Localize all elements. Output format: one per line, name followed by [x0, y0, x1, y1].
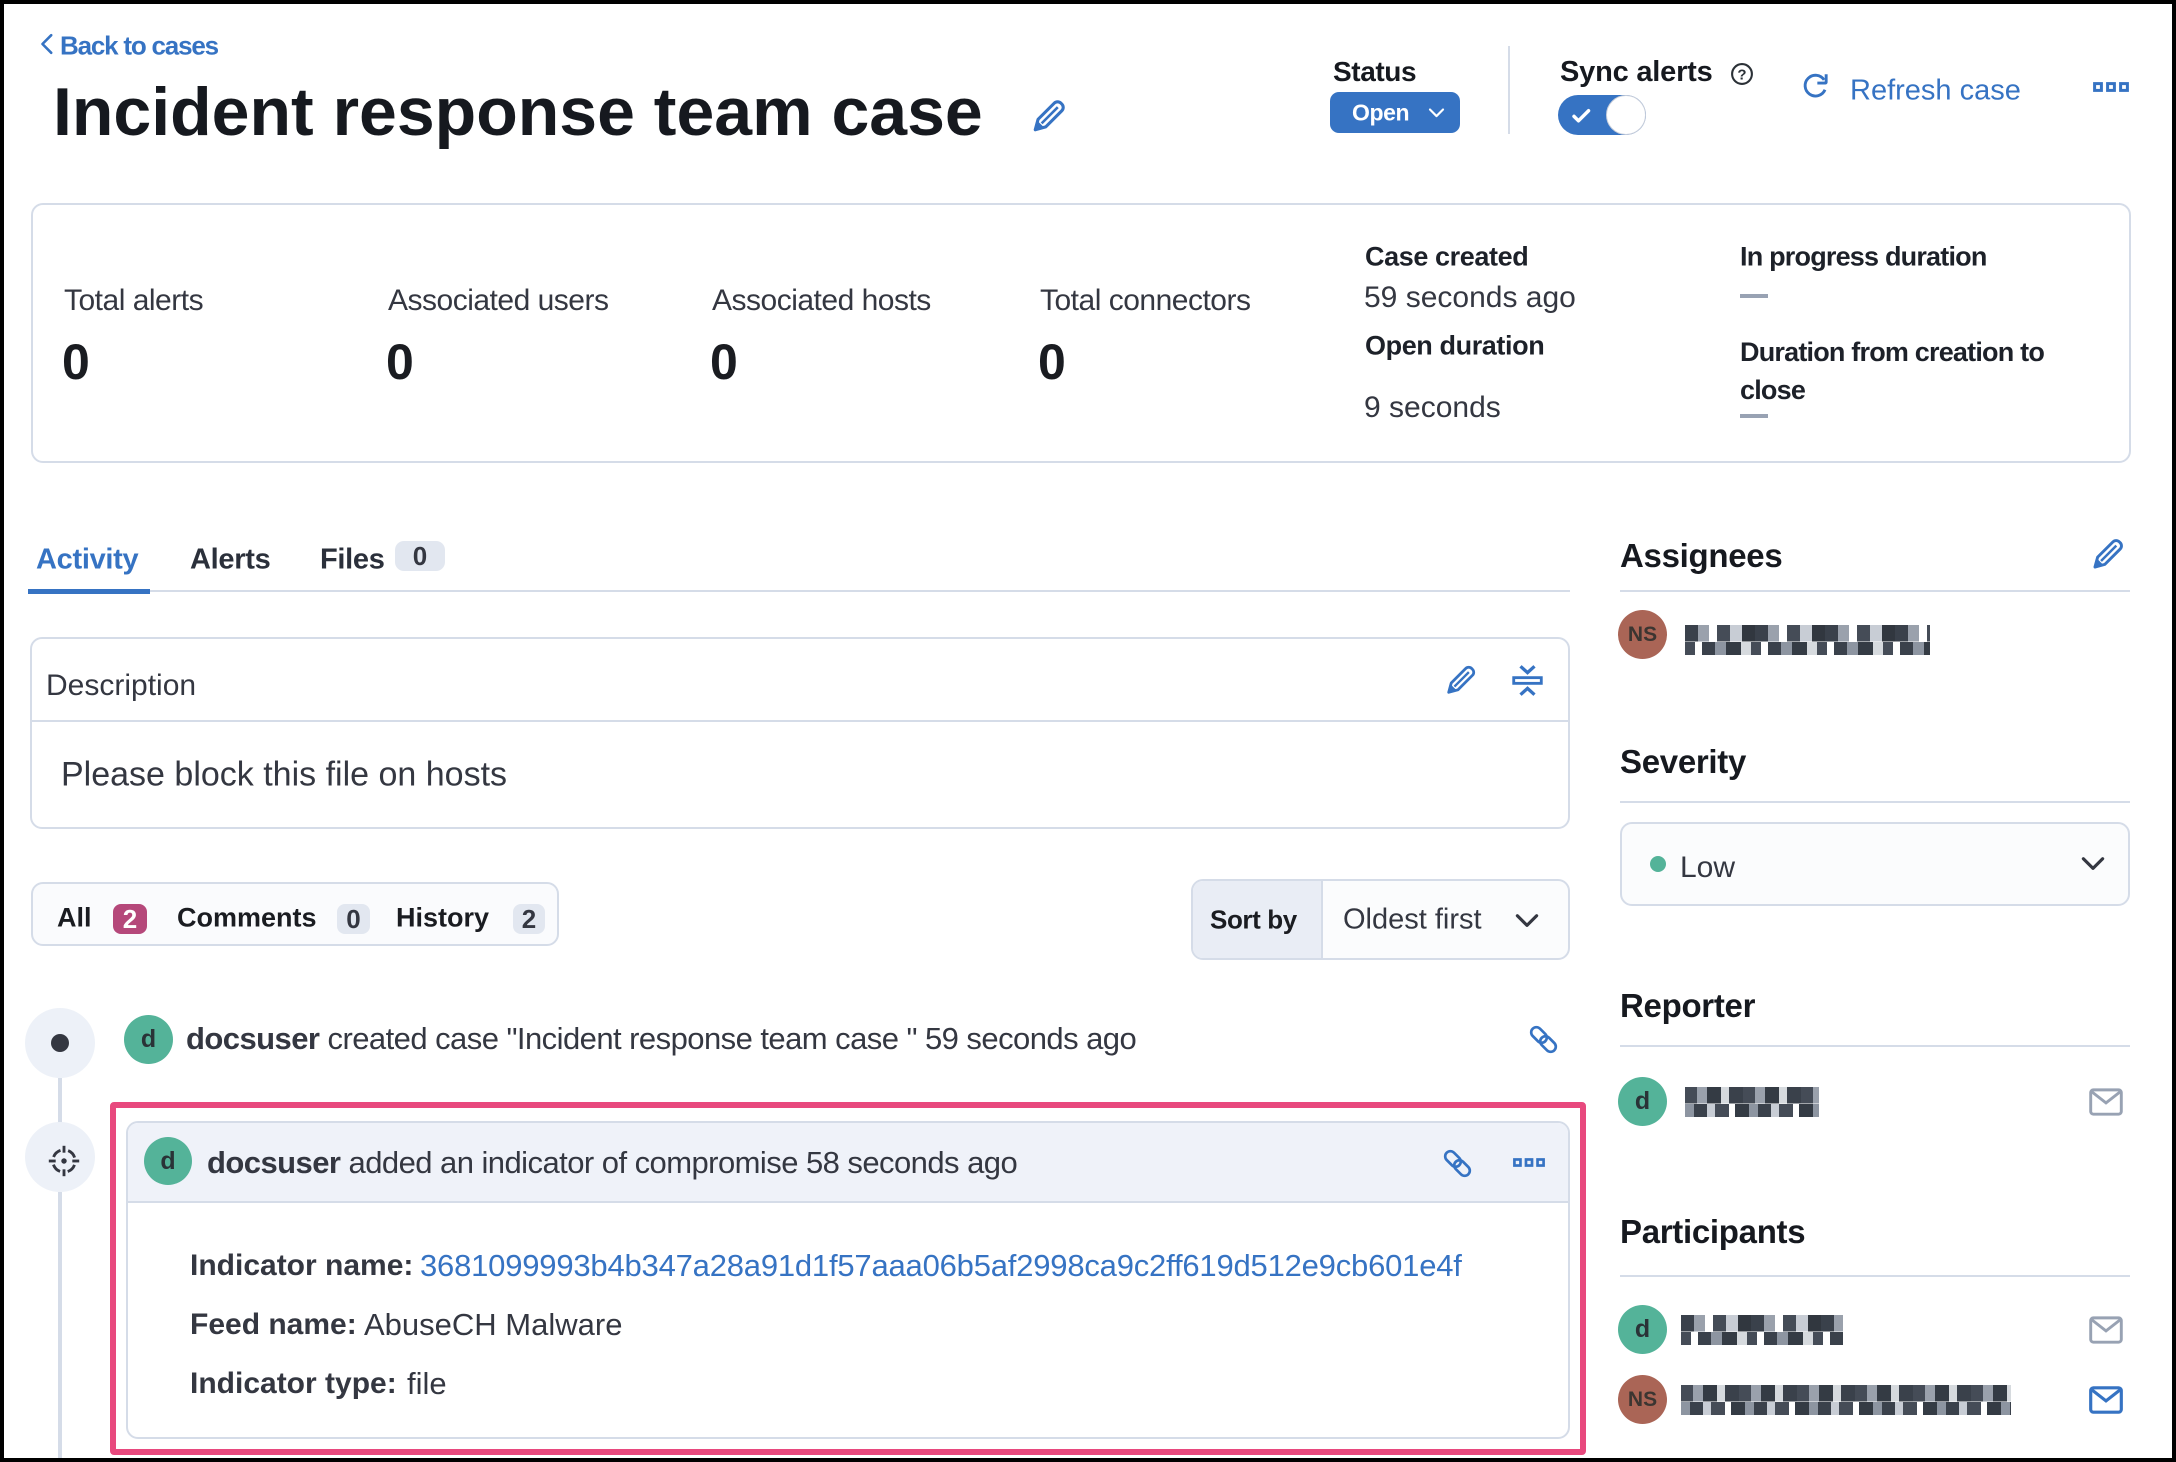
svg-text:?: ? [1737, 67, 1746, 84]
